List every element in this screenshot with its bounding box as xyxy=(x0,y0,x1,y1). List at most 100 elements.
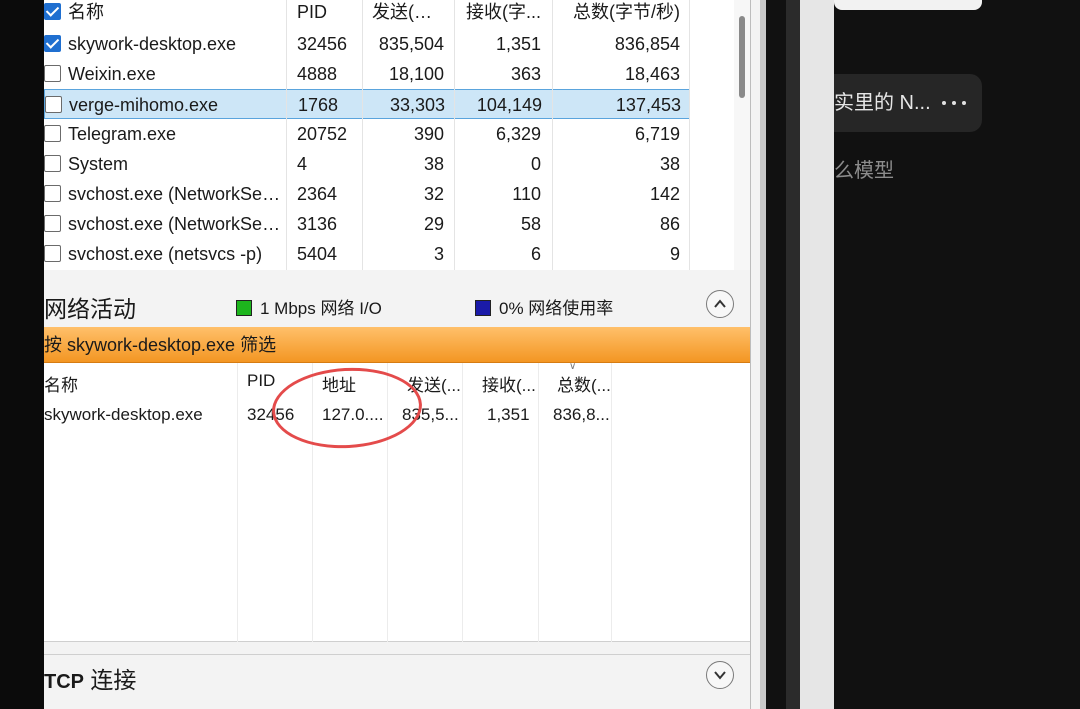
process-total: 6,719 xyxy=(634,124,680,144)
process-send: 32 xyxy=(423,184,444,204)
table-row[interactable]: skywork-desktop.exe 32456 835,504 1,351 … xyxy=(44,29,690,59)
window-edge xyxy=(786,0,800,709)
process-pid: 32456 xyxy=(297,34,348,54)
process-name: svchost.exe (netsvcs -p) xyxy=(68,244,263,264)
process-total: 142 xyxy=(649,184,680,204)
column-header-recv[interactable]: 接收(字... xyxy=(464,0,541,27)
column-divider xyxy=(689,0,690,270)
legend-network-usage: 0% 网络使用率 xyxy=(475,294,613,319)
process-table: 名称 PID 发送(字... 接收(字... 总数(字节/秒) skywork-… xyxy=(44,0,750,270)
process-pid: 20752 xyxy=(297,124,348,144)
sort-descending-icon: ∨ xyxy=(569,361,577,372)
process-recv: 6,329 xyxy=(495,124,541,144)
process-send: 29 xyxy=(423,214,444,234)
process-total: 86 xyxy=(659,214,680,234)
column-header-name[interactable]: 名称 xyxy=(68,0,282,27)
process-pid: 4 xyxy=(297,154,308,174)
process-recv: 6 xyxy=(530,244,541,264)
column-divider xyxy=(538,363,539,642)
column-header-send[interactable]: 发送(字... xyxy=(372,0,444,27)
row-checkbox[interactable] xyxy=(44,239,62,269)
filter-label: 按 skywork-desktop.exe 筛选 xyxy=(44,335,277,355)
network-process-name[interactable]: skywork-desktop.exe xyxy=(44,405,203,425)
process-total: 9 xyxy=(669,244,680,264)
process-table-scrollbar[interactable] xyxy=(734,0,750,270)
process-pid: 1768 xyxy=(298,95,339,115)
process-recv: 58 xyxy=(520,214,541,234)
process-name: System xyxy=(68,154,129,174)
green-swatch-icon xyxy=(236,300,252,316)
process-recv: 104,149 xyxy=(476,95,542,115)
resource-monitor-window: 名称 PID 发送(字... 接收(字... 总数(字节/秒) skywork-… xyxy=(44,0,766,709)
process-send: 390 xyxy=(413,124,444,144)
table-row[interactable]: System 4 38 0 38 xyxy=(44,149,690,179)
process-pid: 3136 xyxy=(297,214,338,234)
process-send: 38 xyxy=(423,154,444,174)
row-checkbox[interactable] xyxy=(45,90,63,120)
row-checkbox[interactable] xyxy=(44,209,62,239)
blue-swatch-icon xyxy=(475,300,491,316)
process-name: svchost.exe (NetworkServi... xyxy=(68,214,282,234)
process-send: 18,100 xyxy=(388,64,444,84)
legend-network-io-label: 1 Mbps 网络 I/O xyxy=(260,299,382,318)
row-checkbox[interactable] xyxy=(44,59,62,89)
filter-bar: 按 skywork-desktop.exe 筛选 xyxy=(44,327,750,363)
network-recv: 1,351 xyxy=(487,405,530,424)
section-title: TCP 连接 xyxy=(44,661,136,695)
expand-button[interactable] xyxy=(706,661,734,689)
table-row[interactable]: Weixin.exe 4888 18,100 363 18,463 xyxy=(44,59,690,89)
network-total: 836,8... xyxy=(553,405,610,424)
tcp-label: TCP xyxy=(44,671,84,693)
background-left-strip xyxy=(0,0,44,709)
row-checkbox[interactable] xyxy=(44,149,62,179)
column-divider xyxy=(237,363,238,642)
table-row[interactable]: svchost.exe (netsvcs -p) 5404 3 6 9 xyxy=(44,239,690,269)
table-row[interactable]: svchost.exe (NetworkServi... 2364 32 110… xyxy=(44,179,690,209)
top-card xyxy=(834,0,982,10)
process-name: skywork-desktop.exe xyxy=(68,34,237,54)
column-divider xyxy=(362,0,363,270)
column-header-total[interactable]: 总数(字节/秒) xyxy=(564,0,680,27)
row-checkbox[interactable] xyxy=(44,29,62,59)
table-row[interactable]: svchost.exe (NetworkServi... 3136 29 58 … xyxy=(44,209,690,239)
column-divider xyxy=(286,0,287,270)
tcp-connections-header[interactable]: TCP 连接 xyxy=(44,654,750,696)
table-row-selected[interactable]: verge-mihomo.exe 1768 33,303 104,149 137… xyxy=(44,89,690,119)
legend-network-usage-label: 0% 网络使用率 xyxy=(499,299,614,318)
row-checkbox[interactable] xyxy=(44,119,62,149)
process-name: verge-mihomo.exe xyxy=(69,95,219,115)
process-pid: 5404 xyxy=(297,244,338,264)
chat-title: 实里的 N... xyxy=(834,92,931,114)
process-send: 835,504 xyxy=(378,34,444,54)
network-activity-header[interactable]: 网络活动 1 Mbps 网络 I/O 0% 网络使用率 xyxy=(44,284,750,326)
chevron-down-icon xyxy=(714,671,726,680)
column-header-pid[interactable]: PID xyxy=(247,371,275,391)
legend-network-io: 1 Mbps 网络 I/O xyxy=(236,294,382,319)
process-total: 137,453 xyxy=(615,95,681,115)
process-recv: 110 xyxy=(512,184,541,204)
table-row[interactable]: Telegram.exe 20752 390 6,329 6,719 xyxy=(44,119,690,149)
column-divider xyxy=(454,0,455,270)
column-header-total[interactable]: 总数(... xyxy=(557,371,611,396)
process-send: 3 xyxy=(433,244,444,264)
process-name: svchost.exe (NetworkServi... xyxy=(68,184,282,204)
select-all-checkbox[interactable] xyxy=(44,0,62,27)
column-header-pid[interactable]: PID xyxy=(297,0,377,27)
process-name: Telegram.exe xyxy=(68,124,177,144)
more-horizontal-icon[interactable] xyxy=(940,92,968,114)
chat-app-panel: 实里的 N... 么模型 xyxy=(766,0,1080,709)
process-recv: 363 xyxy=(510,64,541,84)
process-total: 38 xyxy=(659,154,680,174)
row-checkbox[interactable] xyxy=(44,179,62,209)
process-total: 18,463 xyxy=(624,64,680,84)
window-edge-light xyxy=(800,0,834,709)
collapse-button[interactable] xyxy=(706,290,734,318)
window-divider xyxy=(750,0,751,709)
chevron-up-icon xyxy=(714,299,726,308)
section-title: 网络活动 xyxy=(44,296,136,322)
process-send: 33,303 xyxy=(389,95,445,115)
scrollbar-thumb[interactable] xyxy=(739,16,745,98)
column-header-name[interactable]: 名称 xyxy=(44,371,78,396)
process-total: 836,854 xyxy=(614,34,680,54)
column-header-recv[interactable]: 接收(... xyxy=(482,371,536,396)
